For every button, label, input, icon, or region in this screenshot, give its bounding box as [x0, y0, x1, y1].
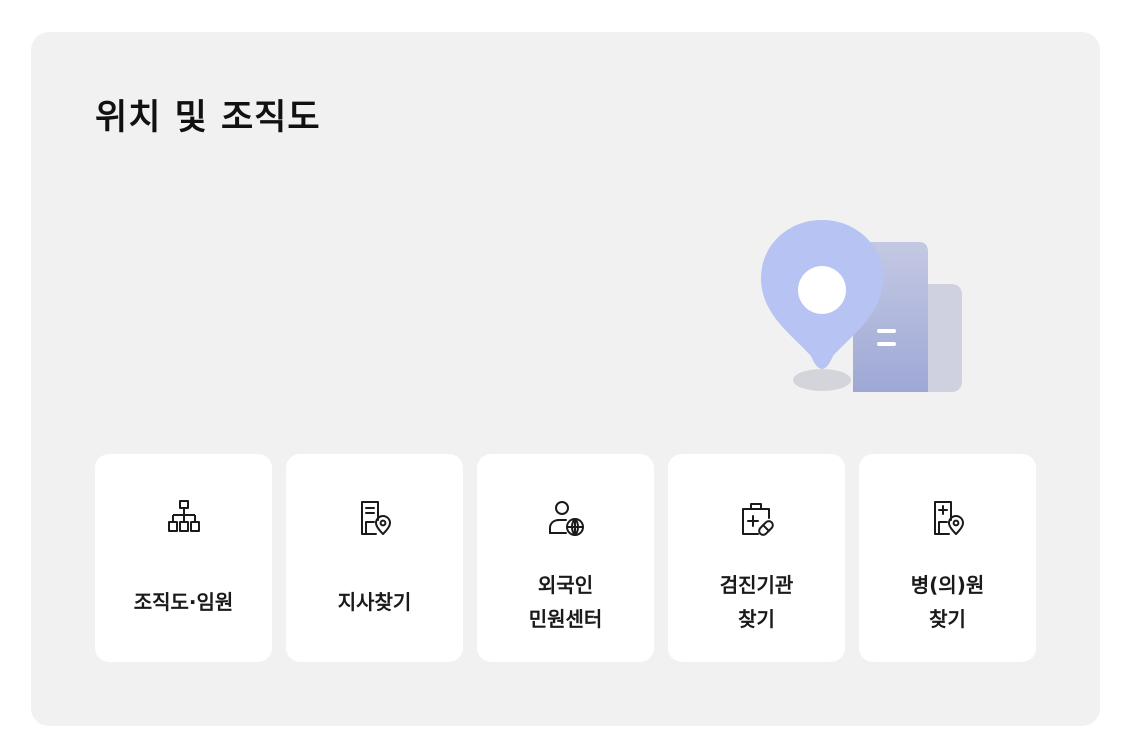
map-pin-building-icon — [761, 220, 962, 392]
person-globe-icon — [549, 501, 584, 536]
location-org-section: 위치 및 조직도 조직도·임원 지사찾기 외국인 민원센터 검진기관 찾기 병(… — [31, 32, 1100, 726]
medical-kit-pill-icon — [742, 503, 774, 536]
section-title: 위치 및 조직도 — [95, 98, 321, 138]
card-label: 검진기관 찾기 — [719, 573, 794, 631]
quick-links: 조직도·임원 지사찾기 외국인 민원센터 검진기관 찾기 병(의)원 찾기 — [95, 454, 1036, 662]
card-label: 조직도·임원 — [133, 590, 234, 614]
card-label: 외국인 민원센터 — [528, 573, 603, 631]
card-org-chart[interactable]: 조직도·임원 — [95, 454, 272, 662]
card-foreigner-center[interactable]: 외국인 민원센터 — [477, 454, 654, 662]
card-hospital-finder[interactable]: 병(의)원 찾기 — [859, 454, 1036, 662]
branch-document-pin-icon — [361, 501, 391, 535]
card-branch-finder[interactable]: 지사찾기 — [286, 454, 463, 662]
card-checkup-finder[interactable]: 검진기관 찾기 — [668, 454, 845, 662]
card-label: 병(의)원 찾기 — [910, 573, 985, 631]
hospital-pin-icon — [934, 501, 964, 535]
org-chart-icon — [168, 500, 200, 532]
card-label: 지사찾기 — [337, 590, 412, 614]
